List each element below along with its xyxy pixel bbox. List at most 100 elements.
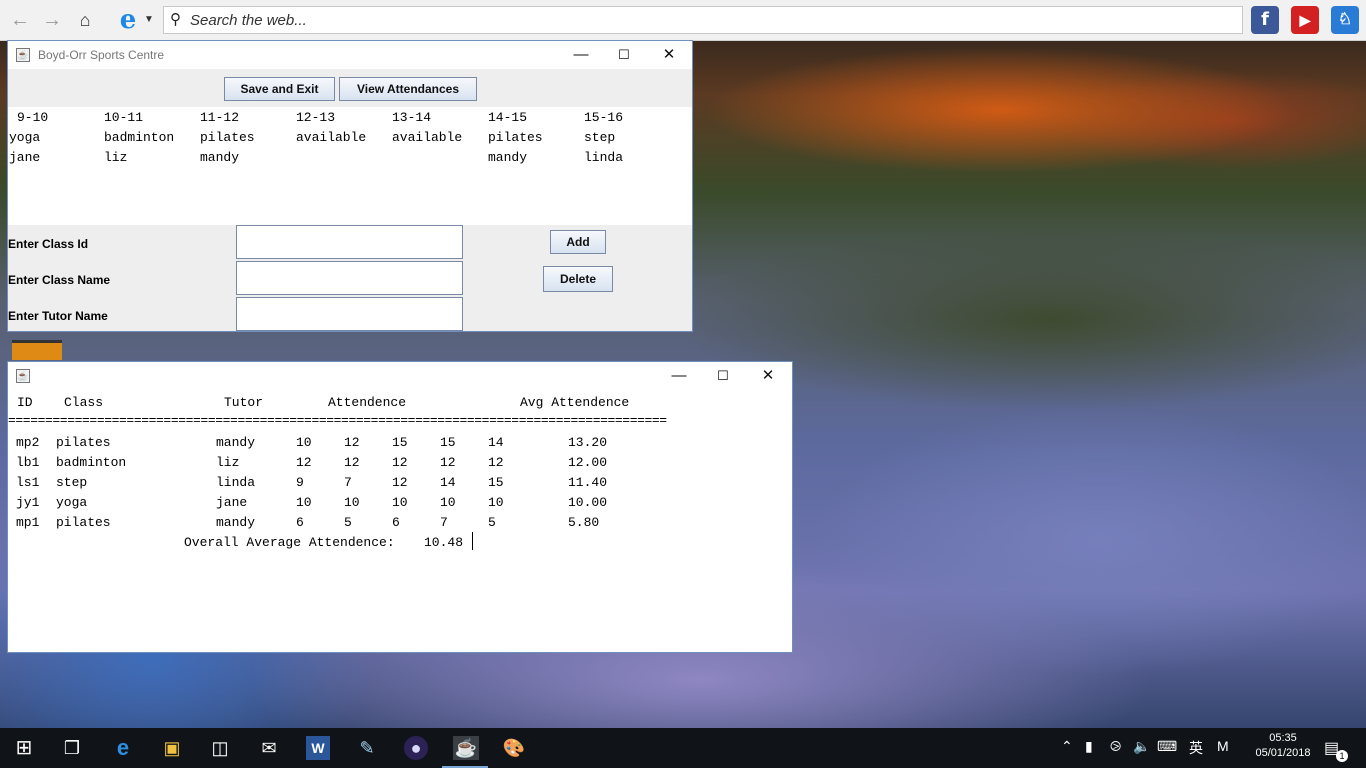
tutor-name-field[interactable] xyxy=(236,297,463,331)
report-cell: 12 xyxy=(392,475,408,490)
report-cell: 7 xyxy=(440,515,448,530)
report-cell: 7 xyxy=(344,475,352,490)
java-app-icon: ☕ xyxy=(16,48,30,62)
report-cell: 14 xyxy=(488,435,504,450)
report-cell: 6 xyxy=(392,515,400,530)
desktop-app-icon[interactable] xyxy=(12,340,62,360)
report-cell: 12 xyxy=(296,455,312,470)
overall-average-label: Overall Average Attendence: xyxy=(184,535,395,550)
class-name-field[interactable] xyxy=(236,261,463,295)
mail-icon[interactable]: ✉ xyxy=(257,736,281,760)
word-icon[interactable]: W xyxy=(306,736,330,760)
report-cell: 12 xyxy=(344,435,360,450)
report-cell: 13.20 xyxy=(568,435,608,450)
header-tutor: Tutor xyxy=(224,395,264,410)
maximize-icon[interactable]: ☐ xyxy=(712,366,734,386)
report-cell: 5.80 xyxy=(568,515,600,530)
report-cell: step xyxy=(56,475,88,490)
class-id-field[interactable] xyxy=(236,225,463,259)
report-cell: 11.40 xyxy=(568,475,608,490)
class-slot: pilates xyxy=(200,130,255,145)
search-input[interactable]: ⚲ Search the web... xyxy=(163,6,1243,34)
overall-average-value: 10.48 xyxy=(424,535,464,550)
wifi-icon[interactable]: ⧁ xyxy=(1110,738,1121,755)
tutor-slot: mandy xyxy=(200,150,240,165)
tutor-name-label: Enter Tutor Name xyxy=(8,309,108,323)
report-cell: 14 xyxy=(440,475,456,490)
forward-arrow-icon[interactable]: → xyxy=(40,8,64,32)
paint-icon[interactable]: 🎨 xyxy=(502,736,526,760)
timetable-panel: 9-10 10-11 11-12 12-13 13-14 14-15 15-16… xyxy=(8,107,692,225)
time-slot: 13-14 xyxy=(392,110,432,125)
report-cell: 12 xyxy=(392,455,408,470)
close-icon[interactable]: ✕ xyxy=(757,366,779,386)
report-cell: pilates xyxy=(56,435,111,450)
time-slot: 14-15 xyxy=(488,110,528,125)
taskbar: ⊞ ❐ e ▣ ◫ ✉ W ✎ ● ☕ 🎨 ⌃ ▮ ⧁ 🔈 ⌨ 英 M 05:3… xyxy=(0,728,1366,768)
maximize-icon[interactable]: ☐ xyxy=(613,45,635,65)
view-attendances-button[interactable]: View Attendances xyxy=(339,77,477,101)
minimize-icon[interactable]: — xyxy=(570,45,592,65)
tutor-slot: liz xyxy=(104,150,128,165)
report-cell: mandy xyxy=(216,515,256,530)
youtube-icon[interactable]: ▶ xyxy=(1291,6,1319,34)
report-cell: 9 xyxy=(296,475,304,490)
store-icon[interactable]: ◫ xyxy=(208,736,232,760)
report-cell: jane xyxy=(216,495,248,510)
file-explorer-icon[interactable]: ▣ xyxy=(160,736,184,760)
header-class: Class xyxy=(64,395,104,410)
keyboard-icon[interactable]: ⌨ xyxy=(1157,738,1177,755)
battery-icon[interactable]: ▮ xyxy=(1085,738,1093,755)
add-button[interactable]: Add xyxy=(550,230,606,254)
sports-centre-window: ☕ Boyd-Orr Sports Centre — ☐ ✕ Save and … xyxy=(7,40,693,332)
report-cell: linda xyxy=(216,475,256,490)
java-icon[interactable]: ☕ xyxy=(453,736,479,760)
notepad-icon[interactable]: ✎ xyxy=(355,736,379,760)
games-icon[interactable]: ♘ xyxy=(1331,6,1359,34)
header-id: ID xyxy=(17,395,33,410)
task-view-icon[interactable]: ❐ xyxy=(60,736,84,760)
header-avg: Avg Attendence xyxy=(520,395,630,410)
eclipse-icon[interactable]: ● xyxy=(404,736,428,760)
chevron-down-icon[interactable]: ▼ xyxy=(143,8,155,32)
save-and-exit-button[interactable]: Save and Exit xyxy=(224,77,335,101)
report-cell: 15 xyxy=(440,435,456,450)
class-slot: available xyxy=(392,130,463,145)
report-cell: 12.00 xyxy=(568,455,608,470)
home-icon[interactable]: ⌂ xyxy=(73,8,97,32)
java-app-icon: ☕ xyxy=(16,369,30,383)
delete-button[interactable]: Delete xyxy=(543,266,613,292)
chevron-up-icon[interactable]: ⌃ xyxy=(1061,738,1073,755)
ie-icon[interactable]: e xyxy=(113,7,143,33)
report-cell: mp1 xyxy=(16,515,40,530)
separator-line: ========================================… xyxy=(8,413,667,428)
search-placeholder: Search the web... xyxy=(190,12,307,29)
close-icon[interactable]: ✕ xyxy=(658,45,680,65)
report-cell: 10 xyxy=(392,495,408,510)
report-cell: mandy xyxy=(216,435,256,450)
facebook-icon[interactable]: f xyxy=(1251,6,1279,34)
ime-indicator[interactable]: 英 xyxy=(1189,738,1203,758)
tutor-slot: mandy xyxy=(488,150,528,165)
report-cell: 10 xyxy=(440,495,456,510)
class-slot: available xyxy=(296,130,367,145)
back-arrow-icon[interactable]: ← xyxy=(8,8,32,32)
clock[interactable]: 05:35 05/01/2018 xyxy=(1250,732,1316,759)
ime-mode-indicator[interactable]: M xyxy=(1217,738,1229,754)
class-slot: pilates xyxy=(488,130,543,145)
report-cell: 12 xyxy=(344,455,360,470)
minimize-icon[interactable]: — xyxy=(668,366,690,386)
class-slot: badminton xyxy=(104,130,175,145)
report-cell: 10 xyxy=(296,495,312,510)
report-cell: lb1 xyxy=(16,455,40,470)
tutor-slot: linda xyxy=(584,150,624,165)
volume-icon[interactable]: 🔈 xyxy=(1133,738,1150,755)
report-cell: 10 xyxy=(344,495,360,510)
clock-time: 05:35 xyxy=(1269,732,1297,744)
class-id-label: Enter Class Id xyxy=(8,237,89,251)
start-icon[interactable]: ⊞ xyxy=(12,736,36,760)
report-cell: pilates xyxy=(56,515,111,530)
notification-count: 1 xyxy=(1336,750,1348,762)
edge-icon[interactable]: e xyxy=(111,736,135,760)
tutor-slot: jane xyxy=(9,150,41,165)
